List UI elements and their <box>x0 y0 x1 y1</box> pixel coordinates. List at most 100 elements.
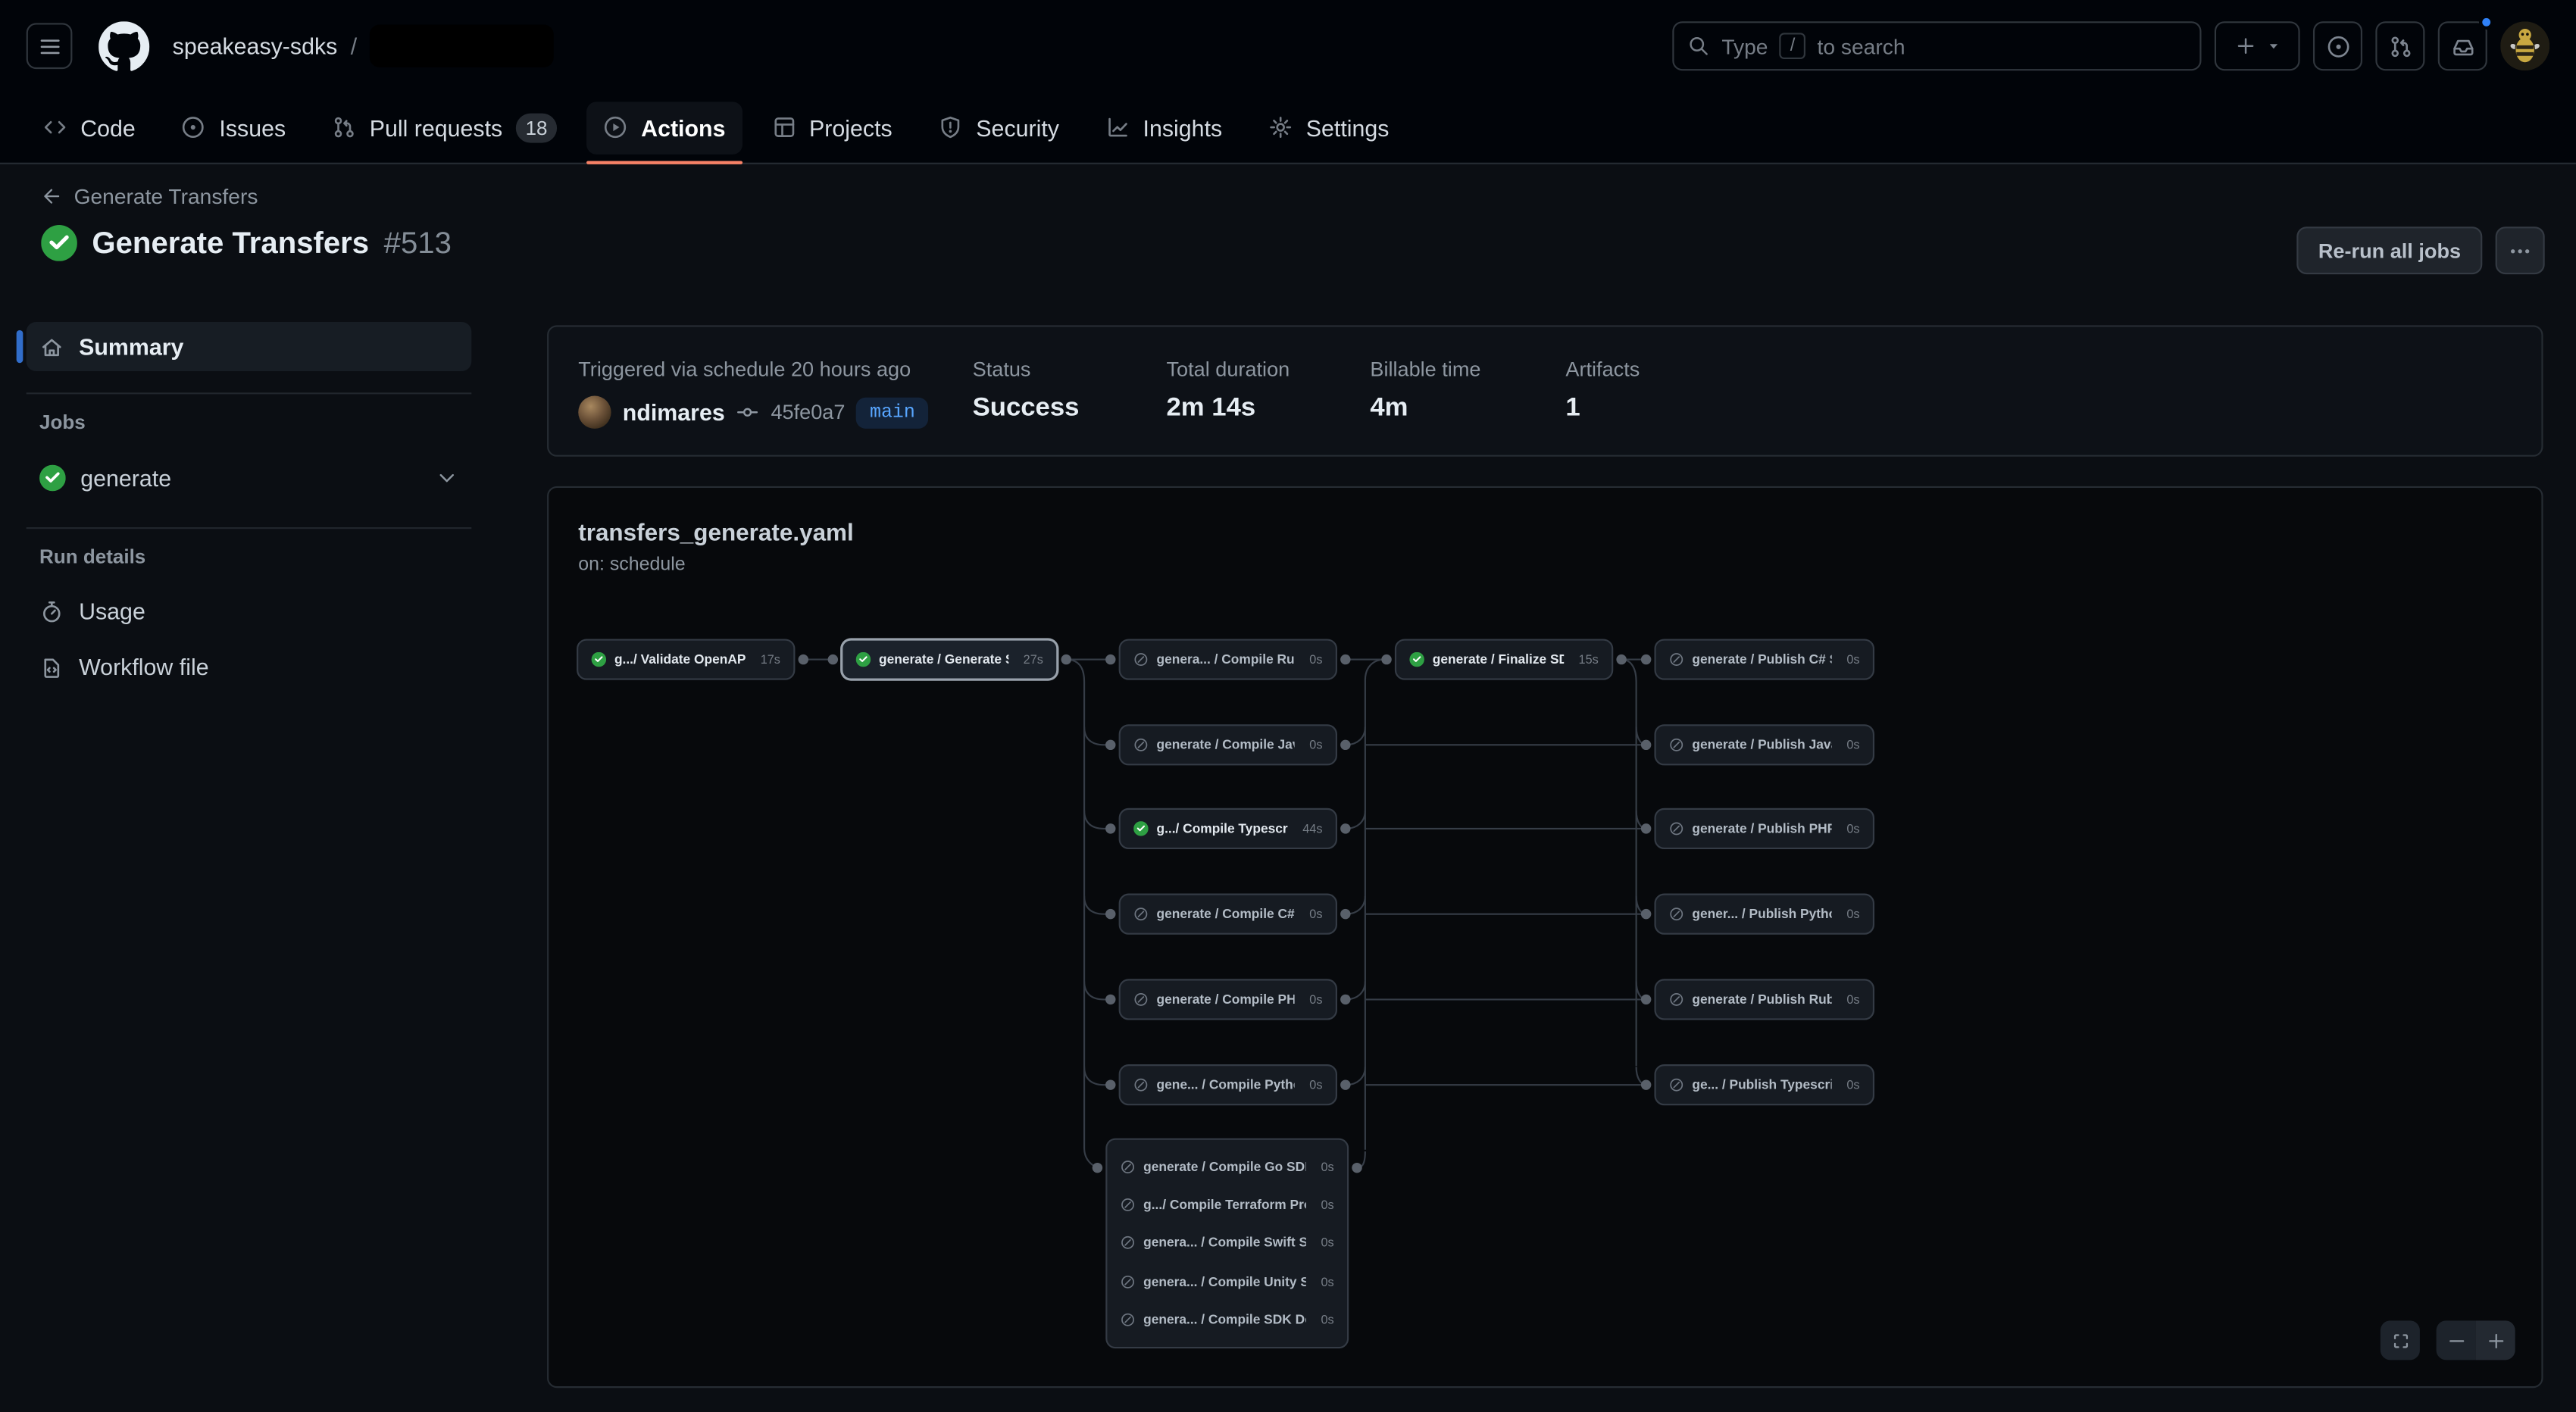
node-duration: 0s <box>1303 1077 1323 1092</box>
skip-circle-icon <box>1121 1159 1136 1174</box>
graph-fullscreen-button[interactable] <box>2381 1320 2420 1360</box>
actor-login[interactable]: ndimares <box>623 399 725 426</box>
global-header: speakeasy-sdks / Type / to search <box>0 0 2576 92</box>
sidebar-job-generate[interactable]: generate <box>27 450 472 506</box>
node-duration: 0s <box>1840 1077 1860 1092</box>
node-label: generate / Publish Java SDK <box>1692 738 1831 753</box>
run-number: #513 <box>384 225 452 261</box>
node-label: generate / Publish Ruby SDK <box>1692 992 1831 1007</box>
search-input[interactable]: Type / to search <box>1672 21 2201 70</box>
workflow-node[interactable]: generate / Publish PHP SDK0s <box>1654 808 1874 849</box>
inbox-icon <box>2450 33 2475 58</box>
workflow-node[interactable]: gene... / Compile Python SDK0s <box>1119 1064 1337 1105</box>
search-icon <box>1687 35 1710 58</box>
branch-badge[interactable]: main <box>857 397 929 428</box>
graph-zoom-in-button[interactable] <box>2476 1320 2515 1360</box>
cluster-node-row[interactable]: generate / Compile Go SDK0s <box>1121 1148 1334 1185</box>
node-duration: 15s <box>1572 652 1599 667</box>
actor-avatar[interactable] <box>578 396 611 429</box>
cluster-node-row[interactable]: genera... / Compile SDK Docs0s <box>1121 1302 1334 1339</box>
tab-label: Settings <box>1306 114 1390 141</box>
repo-tabbar: CodeIssuesPull requests18ActionsProjects… <box>0 92 2576 164</box>
back-to-workflow-link[interactable]: Generate Transfers <box>41 184 258 209</box>
skip-circle-icon <box>1669 907 1684 922</box>
workflow-node[interactable]: generate / Compile Java SDK0s <box>1119 724 1337 765</box>
skip-circle-icon <box>1133 907 1149 922</box>
skip-circle-icon <box>1669 738 1684 753</box>
slash-key-hint: / <box>1780 33 1806 59</box>
tab-insights[interactable]: Insights <box>1089 101 1239 153</box>
zoom-out-icon <box>2446 1329 2467 1351</box>
stopwatch-icon <box>39 598 64 623</box>
cluster-node-row[interactable]: g.../ Compile Terraform Pro...0s <box>1121 1187 1334 1223</box>
cluster-node-row[interactable]: genera... / Compile Swift SDK0s <box>1121 1226 1334 1262</box>
workflow-node[interactable]: ge... / Publish Typescript SDK0s <box>1654 1064 1874 1105</box>
skip-circle-icon <box>1133 1077 1149 1092</box>
github-logo-icon[interactable] <box>98 20 149 71</box>
tab-label: Pull requests <box>370 114 502 141</box>
git-pull-request-icon <box>2388 33 2413 58</box>
node-label: genera... / Compile Unity SDK <box>1143 1274 1306 1289</box>
sidebar-divider <box>27 392 472 394</box>
check-circle-icon <box>856 652 871 667</box>
workflow-node[interactable]: generate / Publish Java SDK 0s <box>1654 724 1874 765</box>
stat-status: StatusSuccess <box>973 358 1080 424</box>
node-duration: 0s <box>1840 738 1860 753</box>
tab-security[interactable]: Security <box>922 101 1076 153</box>
node-duration: 0s <box>1840 907 1860 922</box>
node-duration: 0s <box>1315 1159 1334 1174</box>
tab-actions[interactable]: Actions <box>587 101 742 153</box>
redacted-repo-name <box>370 25 554 67</box>
workflow-node[interactable]: generate / Compile C# SDK0s <box>1119 894 1337 935</box>
stat-value: 1 <box>1565 394 1640 423</box>
workflow-node[interactable]: generate / Publish C# SDK0s <box>1654 639 1874 679</box>
tab-code[interactable]: Code <box>27 101 152 153</box>
run-success-check-icon <box>41 225 77 261</box>
back-link-label: Generate Transfers <box>74 184 258 209</box>
issues-nav-button[interactable] <box>2313 21 2362 70</box>
workflow-node[interactable]: g.../ Validate OpenAPI Doc...17s <box>577 639 795 679</box>
node-duration: 44s <box>1296 821 1323 836</box>
node-label: generate / Publish PHP SDK <box>1692 821 1831 836</box>
workflow-node-cluster[interactable]: generate / Compile Go SDK0sg.../ Compile… <box>1105 1139 1349 1349</box>
workflow-node[interactable]: gener... / Publish Python SDK0s <box>1654 894 1874 935</box>
sidebar-item-label: Usage <box>79 598 145 624</box>
node-duration: 0s <box>1315 1236 1334 1251</box>
stat-billable-time: Billable time4m <box>1370 358 1480 424</box>
workflow-node[interactable]: genera... / Compile Ruby SDK0s <box>1119 639 1337 679</box>
security-icon <box>938 115 963 140</box>
tab-label: Insights <box>1143 114 1223 141</box>
skip-circle-icon <box>1133 652 1149 667</box>
settings-icon <box>1268 115 1293 140</box>
user-avatar[interactable] <box>2500 21 2549 70</box>
sidebar-item-summary[interactable]: Summary <box>27 322 472 371</box>
check-circle-icon <box>1133 821 1149 836</box>
notifications-inbox-button[interactable] <box>2438 21 2487 70</box>
tab-settings[interactable]: Settings <box>1252 101 1405 153</box>
run-options-kebab-button[interactable] <box>2496 226 2545 274</box>
sidebar-item-workflow-file[interactable]: Workflow file <box>27 641 472 693</box>
commit-sha-link[interactable]: 45fe0a7 <box>771 401 845 423</box>
stat-value: Success <box>973 394 1080 423</box>
workflow-node[interactable]: generate / Generate SDK27s <box>841 639 1058 679</box>
org-link[interactable]: speakeasy-sdks <box>173 33 338 59</box>
workflow-node[interactable]: generate / Publish Ruby SDK0s <box>1654 979 1874 1020</box>
hamburger-menu-button[interactable] <box>27 23 73 69</box>
sidebar-item-usage[interactable]: Usage <box>27 585 472 637</box>
breadcrumb: speakeasy-sdks / <box>173 25 555 67</box>
tab-projects[interactable]: Projects <box>755 101 909 153</box>
tab-pull-requests[interactable]: Pull requests18 <box>315 101 574 153</box>
node-label: generate / Publish C# SDK <box>1692 652 1831 667</box>
graph-zoom-out-button[interactable] <box>2437 1320 2476 1360</box>
rerun-all-jobs-button[interactable]: Re-run all jobs <box>2297 226 2483 274</box>
hamburger-icon <box>37 33 62 58</box>
workflow-node[interactable]: generate / Compile PHP SDK0s <box>1119 979 1337 1020</box>
pull-requests-nav-button[interactable] <box>2375 21 2424 70</box>
workflow-node[interactable]: generate / Finalize SDK15s <box>1395 639 1613 679</box>
create-new-button[interactable] <box>2215 21 2300 70</box>
stat-total-duration: Total duration2m 14s <box>1166 358 1290 424</box>
node-duration: 0s <box>1315 1274 1334 1289</box>
tab-issues[interactable]: Issues <box>165 101 302 153</box>
cluster-node-row[interactable]: genera... / Compile Unity SDK 0s <box>1121 1264 1334 1300</box>
workflow-node[interactable]: g.../ Compile Typescript S...44s <box>1119 808 1337 849</box>
